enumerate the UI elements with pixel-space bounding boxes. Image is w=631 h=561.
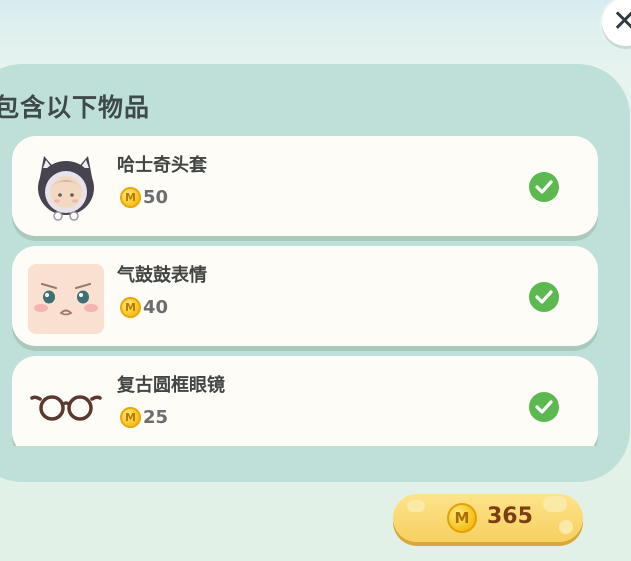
check-icon (529, 282, 559, 312)
item-name: 复古圆框眼镜 (117, 375, 225, 396)
panel-title: 包含以下物品 (0, 93, 151, 122)
item-price: M 40 (120, 297, 168, 318)
coin-icon: M (447, 503, 477, 533)
check-icon (529, 172, 559, 202)
balance-value: 365 (487, 504, 533, 529)
item-price: M 50 (120, 187, 168, 208)
price-value: 40 (143, 297, 169, 318)
balance-decoration (543, 496, 567, 512)
coin-icon: M (120, 187, 141, 208)
balance-decoration (559, 520, 573, 534)
item-name: 哈士奇头套 (117, 155, 207, 176)
close-icon: ✕ (612, 4, 631, 39)
list-item[interactable]: 气鼓鼓表情 M 40 (12, 246, 598, 346)
price-value: 25 (143, 407, 169, 428)
balance-decoration (407, 500, 425, 512)
price-value: 50 (143, 187, 169, 208)
list-item[interactable]: 哈士奇头套 M 50 (12, 136, 598, 236)
husky-hood-icon (38, 156, 94, 221)
pouting-face-icon (28, 264, 104, 334)
round-glasses-icon (30, 395, 102, 421)
close-button[interactable]: ✕ (602, 0, 631, 46)
check-icon (529, 392, 559, 422)
list-item[interactable]: 复古圆框眼镜 M 25 (12, 356, 598, 446)
item-list: 哈士奇头套 M 50 气鼓鼓表情 M 40 复古圆框眼镜 M 25 (12, 136, 598, 446)
top-band (0, 0, 631, 28)
coin-balance: M 365 (393, 494, 583, 542)
coin-icon: M (120, 297, 141, 318)
item-price: M 25 (120, 407, 168, 428)
coin-icon: M (120, 407, 141, 428)
item-name: 气鼓鼓表情 (117, 265, 207, 286)
